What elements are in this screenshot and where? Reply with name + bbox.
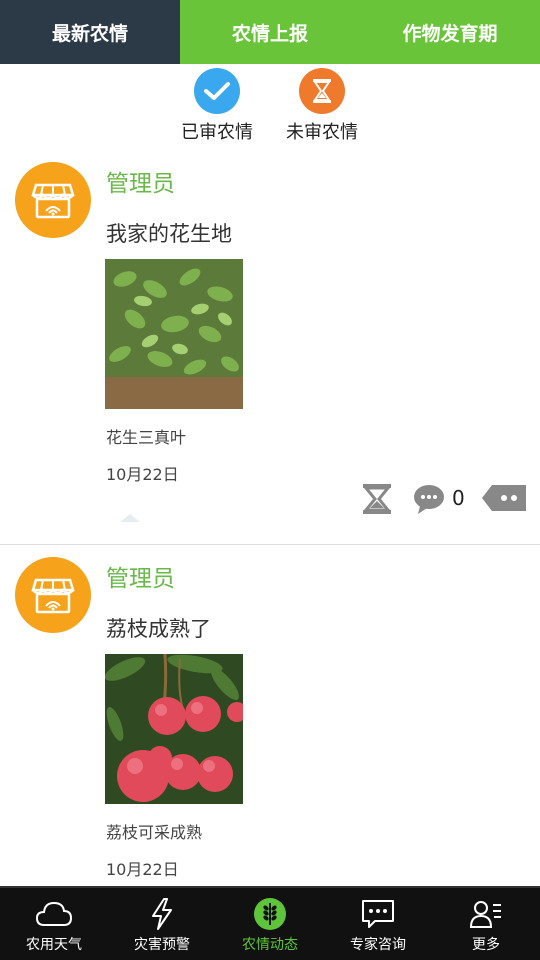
- report-post[interactable]: 管理员 荔枝成熟了 荔枝可采成熟 10月22日: [0, 545, 540, 886]
- tab-label: 农情上报: [231, 22, 308, 45]
- report-post[interactable]: 管理员 我家的花生地 花生三真叶 10月22日 0: [0, 150, 540, 545]
- author-name: 管理员: [106, 171, 175, 197]
- filter-reviewed[interactable]: 已审农情: [167, 68, 267, 144]
- nav-label: 专家咨询: [350, 937, 406, 953]
- lychee-photo[interactable]: [105, 654, 243, 804]
- peanut-field-photo[interactable]: [105, 259, 243, 409]
- nav-item-disaster-warning[interactable]: 灾害预警: [108, 888, 216, 960]
- shop-icon: [31, 578, 75, 614]
- post-date: 10月22日: [106, 465, 179, 484]
- wheat-icon: [251, 896, 289, 932]
- post-caption: 花生三真叶: [106, 428, 187, 447]
- comment-count: 0: [452, 486, 465, 510]
- tab-latest-reports[interactable]: 最新农情: [0, 0, 180, 64]
- tab-crop-growth-stage[interactable]: 作物发育期: [360, 0, 540, 64]
- nav-label: 农情动态: [242, 937, 298, 953]
- top-tab-bar: 最新农情 农情上报 作物发育期: [0, 0, 540, 64]
- post-title: 我家的花生地: [106, 222, 232, 246]
- post-caption: 荔枝可采成熟: [106, 823, 203, 842]
- review-filter-bar: 已审农情 未审农情: [0, 68, 540, 144]
- lightning-icon: [143, 896, 181, 932]
- nav-label: 灾害预警: [134, 937, 190, 953]
- nav-item-expert-consult[interactable]: 专家咨询: [324, 888, 432, 960]
- nav-item-more[interactable]: 更多: [432, 888, 540, 960]
- bottom-nav: 农用天气 灾害预警 农情动态 专家咨询 更多: [0, 886, 540, 960]
- filter-unreviewed[interactable]: 未审农情: [272, 68, 372, 144]
- hourglass-icon[interactable]: [360, 482, 394, 516]
- shop-icon: [31, 183, 75, 219]
- comment-icon[interactable]: [412, 482, 446, 516]
- filter-label: 已审农情: [181, 122, 253, 143]
- person-menu-icon: [467, 896, 505, 932]
- cloud-icon: [35, 896, 73, 932]
- report-feed[interactable]: 管理员 我家的花生地 花生三真叶 10月22日 0 管理员 荔枝成熟了 荔枝可采…: [0, 150, 540, 886]
- avatar[interactable]: [15, 162, 91, 238]
- pointer-caret: [120, 514, 140, 522]
- post-date: 10月22日: [106, 860, 179, 879]
- tab-label: 最新农情: [51, 22, 128, 45]
- more-options-icon[interactable]: [482, 482, 526, 514]
- avatar[interactable]: [15, 557, 91, 633]
- nav-label: 农用天气: [26, 937, 82, 953]
- author-name: 管理员: [106, 566, 175, 592]
- tab-submit-report[interactable]: 农情上报: [180, 0, 360, 64]
- post-title: 荔枝成熟了: [106, 617, 211, 641]
- nav-item-crop-news[interactable]: 农情动态: [216, 888, 324, 960]
- tab-label: 作物发育期: [402, 22, 498, 45]
- filter-label: 未审农情: [286, 122, 358, 143]
- hourglass-icon: [299, 68, 345, 114]
- check-icon: [194, 68, 240, 114]
- nav-label: 更多: [472, 937, 500, 953]
- app-screen: 最新农情 农情上报 作物发育期 已审农情 未审农情 管理员 我家的花生地 花生三…: [0, 0, 540, 960]
- nav-item-weather[interactable]: 农用天气: [0, 888, 108, 960]
- chat-bubble-icon: [359, 896, 397, 932]
- post-actions: 0: [360, 480, 530, 516]
